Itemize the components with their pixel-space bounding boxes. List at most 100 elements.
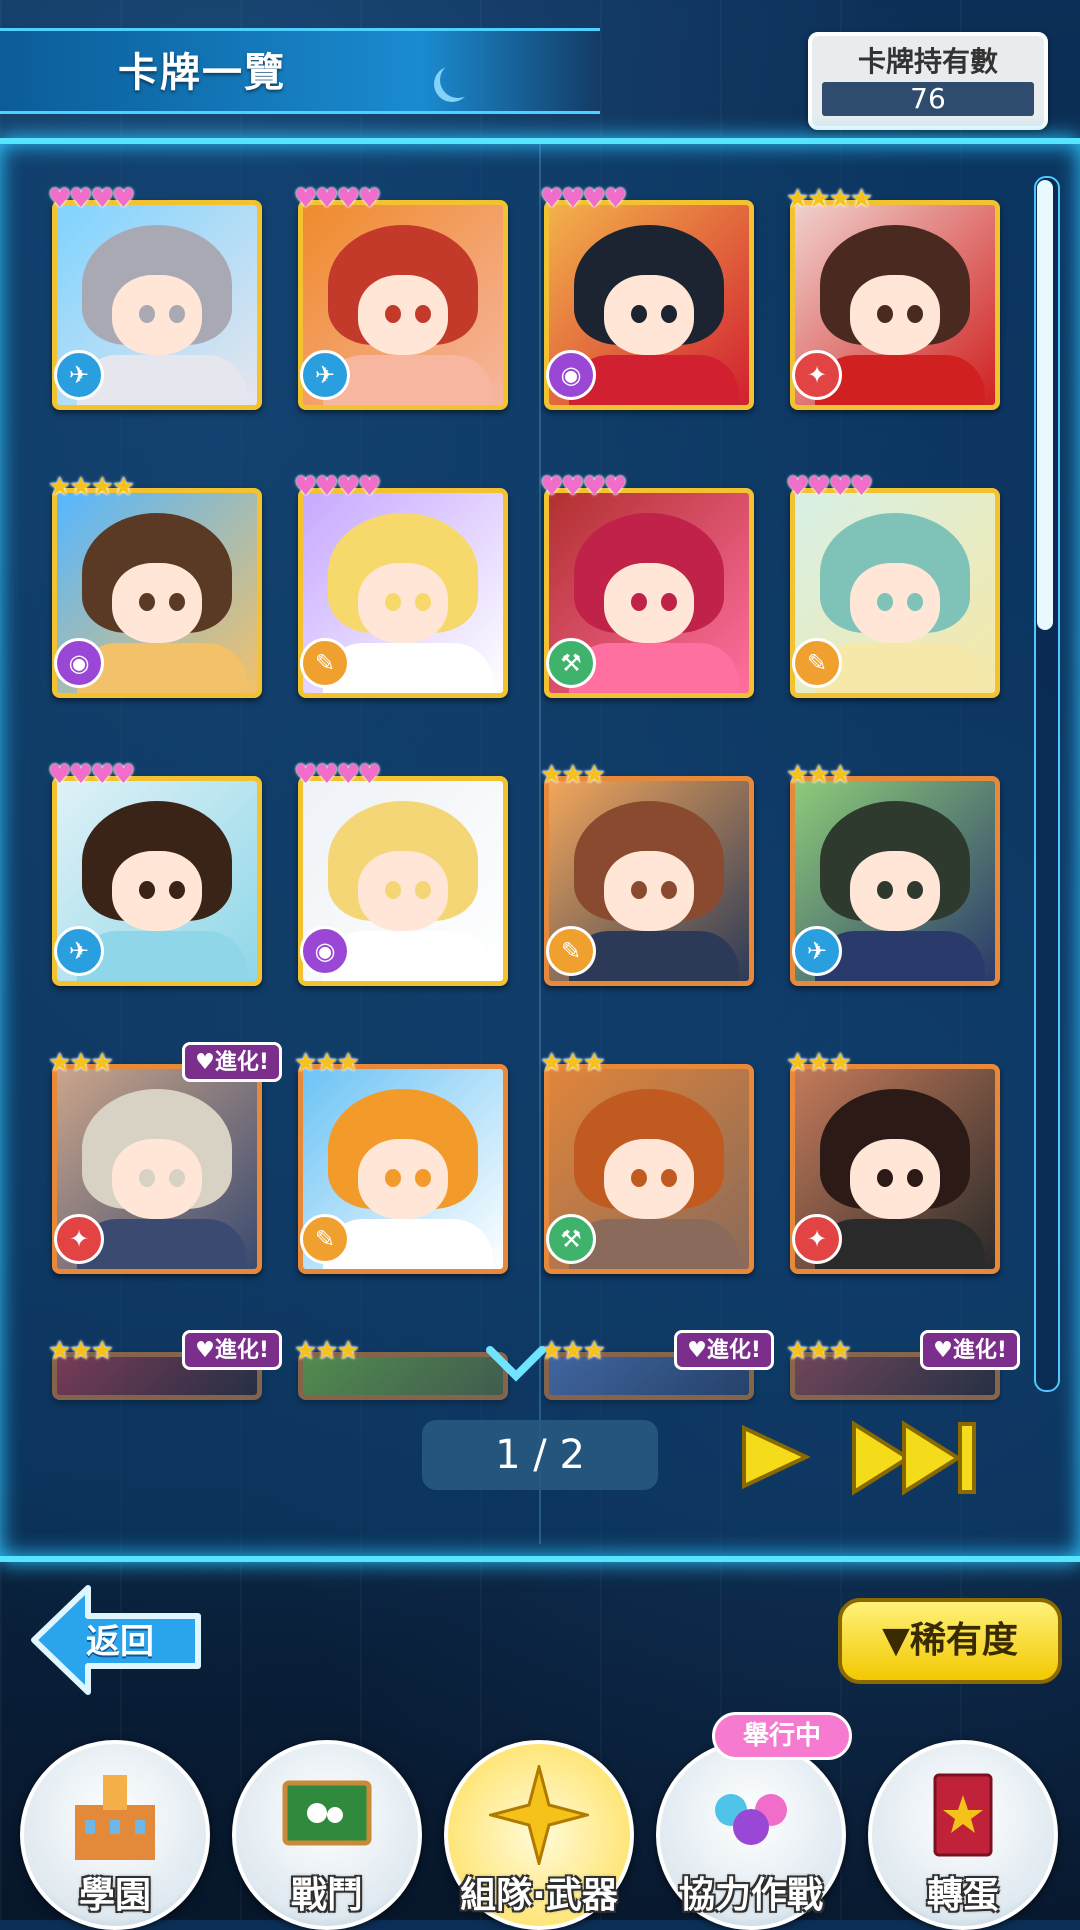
card-count-label: 卡牌持有數 xyxy=(857,45,998,78)
character-face xyxy=(604,563,694,643)
nav-team-weapon-label: 組隊·武器 xyxy=(460,1875,618,1916)
character-eye xyxy=(631,593,647,611)
character-eye xyxy=(385,593,401,611)
character-eye xyxy=(877,1169,893,1187)
character-eye xyxy=(169,305,185,323)
character-eye xyxy=(139,1169,155,1187)
school-building-icon xyxy=(75,1775,155,1860)
character-face xyxy=(850,851,940,931)
character-face xyxy=(850,275,940,355)
hammer-type-icon: ⚒ xyxy=(546,1214,596,1264)
character-eye xyxy=(139,881,155,899)
next-page-icon[interactable] xyxy=(740,1424,810,1490)
scroll-down-chevron-icon[interactable] xyxy=(486,1346,546,1382)
character-face xyxy=(604,275,694,355)
nav-coop[interactable]: 協力作戰 xyxy=(656,1740,846,1930)
character-eye xyxy=(139,305,155,323)
nav-battle[interactable]: 戰鬥 xyxy=(232,1740,422,1930)
rarity-sort-button[interactable]: ▼稀有度 xyxy=(838,1598,1062,1684)
scrollbar-thumb[interactable] xyxy=(1037,180,1053,630)
evolve-badge: ♥進化! xyxy=(182,1330,282,1370)
nav-gacha-label: 轉蛋 xyxy=(926,1875,999,1916)
character-face xyxy=(358,851,448,931)
evolve-badge: ♥進化! xyxy=(674,1330,774,1370)
wand-type-icon: ✎ xyxy=(546,926,596,976)
evolve-badge: ♥進化! xyxy=(920,1330,1020,1370)
character-eye xyxy=(907,1169,923,1187)
staff-type-icon: ◉ xyxy=(546,350,596,400)
gun-type-icon: ✈ xyxy=(792,926,842,976)
star-rating: ★★★★ xyxy=(48,472,135,502)
character-eye xyxy=(415,881,431,899)
character-eye xyxy=(661,1169,677,1187)
character-eye xyxy=(385,305,401,323)
character-eye xyxy=(139,593,155,611)
event-badge: 舉行中 xyxy=(712,1712,852,1760)
gun-type-icon: ✈ xyxy=(300,350,350,400)
character-eye xyxy=(169,1169,185,1187)
moon-icon xyxy=(440,62,476,98)
character-eye xyxy=(169,881,185,899)
character-face xyxy=(850,1139,940,1219)
character-face xyxy=(112,851,202,931)
character-eye xyxy=(907,593,923,611)
gun-type-icon: ✈ xyxy=(54,350,104,400)
gun-type-icon: ✈ xyxy=(54,926,104,976)
heart-rating: ♥♥♥♥ xyxy=(294,472,381,502)
character-eye xyxy=(661,305,677,323)
back-button-label: 返回 xyxy=(86,1622,154,1662)
character-eye xyxy=(415,593,431,611)
heart-rating: ♥♥♥♥ xyxy=(786,472,873,502)
nav-school[interactable]: 學園 xyxy=(20,1740,210,1930)
star-rating: ★★★★ xyxy=(786,184,873,214)
character-eye xyxy=(385,881,401,899)
nav-gacha[interactable]: 轉蛋 xyxy=(868,1740,1058,1930)
nav-coop-label: 協力作戰 xyxy=(678,1875,823,1916)
character-eye xyxy=(877,881,893,899)
heart-rating: ♥♥♥♥ xyxy=(48,760,135,790)
star-rating: ★★★ xyxy=(48,1048,114,1078)
hammer-type-icon: ⚒ xyxy=(546,638,596,688)
panel-divider xyxy=(539,144,541,1544)
character-eye xyxy=(661,593,677,611)
character-eye xyxy=(877,305,893,323)
star-rating: ★★★ xyxy=(48,1336,114,1366)
sword-type-icon: ✦ xyxy=(792,350,842,400)
gacha-book-icon xyxy=(933,1773,993,1857)
character-face xyxy=(358,275,448,355)
character-eye xyxy=(169,593,185,611)
character-face xyxy=(604,851,694,931)
compass-star-icon xyxy=(489,1765,589,1865)
character-eye xyxy=(385,1169,401,1187)
page-indicator: 1 / 2 xyxy=(422,1420,658,1490)
character-eye xyxy=(907,881,923,899)
staff-type-icon: ◉ xyxy=(300,926,350,976)
character-eye xyxy=(631,881,647,899)
character-face xyxy=(604,1139,694,1219)
character-eye xyxy=(631,305,647,323)
character-eye xyxy=(907,305,923,323)
star-rating: ★★★ xyxy=(786,1336,852,1366)
header-bar xyxy=(0,28,600,114)
character-face xyxy=(112,275,202,355)
evolve-badge: ♥進化! xyxy=(182,1042,282,1082)
last-page-icon[interactable] xyxy=(850,1418,980,1498)
character-face xyxy=(358,563,448,643)
heart-rating: ♥♥♥♥ xyxy=(540,472,627,502)
star-rating: ★★★ xyxy=(294,1048,360,1078)
coop-group-icon xyxy=(715,1794,787,1845)
character-face xyxy=(358,1139,448,1219)
heart-rating: ♥♥♥♥ xyxy=(48,184,135,214)
heart-rating: ♥♥♥♥ xyxy=(294,760,381,790)
heart-rating: ♥♥♥♥ xyxy=(294,184,381,214)
wand-type-icon: ✎ xyxy=(300,1214,350,1264)
staff-type-icon: ◉ xyxy=(54,638,104,688)
nav-battle-label: 戰鬥 xyxy=(290,1875,363,1916)
card-count-value: 76 xyxy=(822,82,1034,116)
card-count-box: 卡牌持有數 76 xyxy=(808,32,1048,130)
heart-rating: ♥♥♥♥ xyxy=(540,184,627,214)
wand-type-icon: ✎ xyxy=(792,638,842,688)
nav-team-weapon[interactable]: 組隊·武器 xyxy=(444,1740,634,1930)
character-face xyxy=(112,1139,202,1219)
character-eye xyxy=(631,1169,647,1187)
